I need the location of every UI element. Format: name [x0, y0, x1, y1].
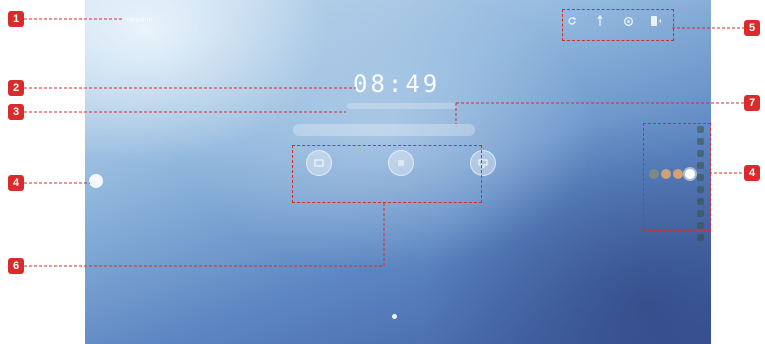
- callout-7: 7: [744, 95, 760, 111]
- callout-leader-lines: [24, 18, 744, 267]
- callout-2: 2: [8, 80, 24, 96]
- callout-4-right: 4: [744, 165, 760, 181]
- callout-6: 6: [8, 258, 24, 274]
- callout-1: 1: [8, 11, 24, 27]
- callout-5: 5: [744, 20, 760, 36]
- callout-3: 3: [8, 104, 24, 120]
- callout-4-left: 4: [8, 175, 24, 191]
